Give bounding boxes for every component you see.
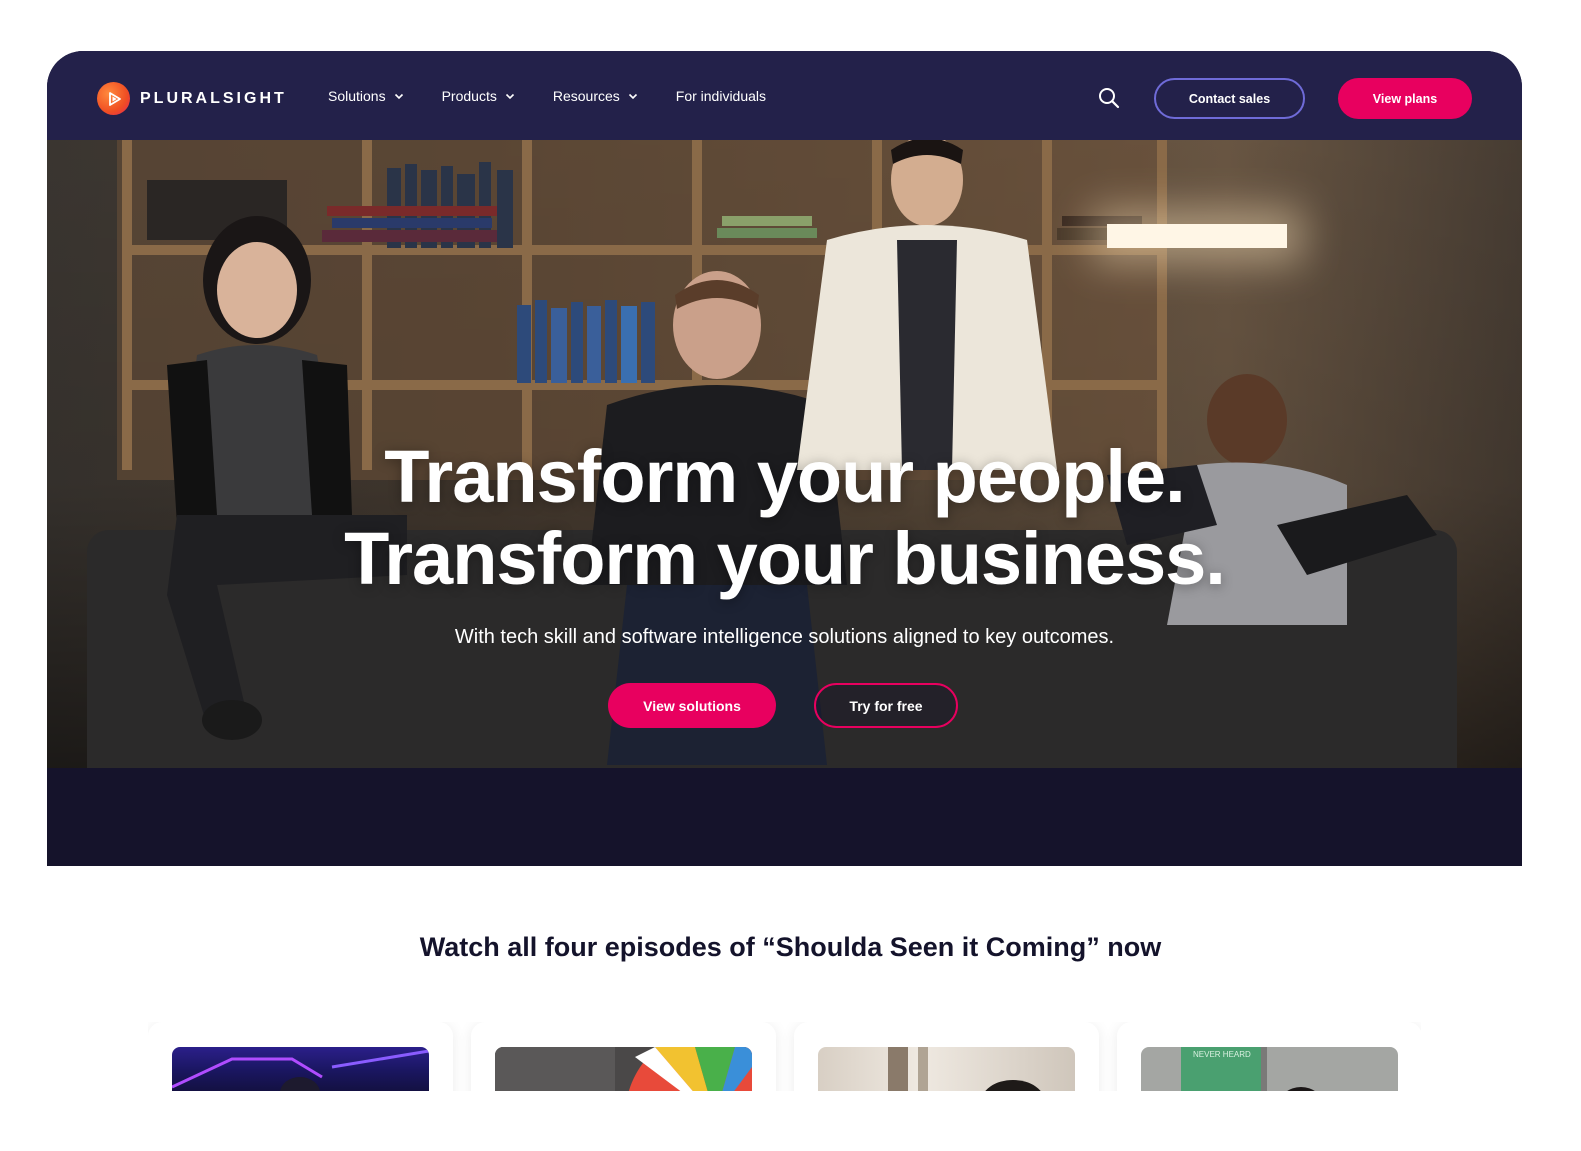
search-button[interactable] bbox=[1097, 86, 1121, 110]
episode-card-4[interactable]: NEVER HEARD bbox=[1117, 1022, 1421, 1091]
episode-3-thumbnail[interactable] bbox=[818, 1047, 1075, 1091]
episode-card-1[interactable] bbox=[148, 1022, 453, 1091]
episode-4-thumbnail[interactable]: NEVER HEARD bbox=[1141, 1047, 1398, 1091]
nav-products-label: Products bbox=[441, 87, 497, 104]
ceiling-light bbox=[1107, 224, 1287, 248]
chevron-down-icon bbox=[628, 93, 637, 99]
nav-for-individuals-label: For individuals bbox=[675, 87, 767, 104]
search-icon bbox=[1099, 88, 1120, 109]
browser-frame: PLURALSIGHT Solutions Products Resources… bbox=[47, 51, 1522, 866]
hero-subtitle: With tech skill and software intelligenc… bbox=[454, 626, 1115, 648]
nav-resources[interactable]: Resources bbox=[553, 88, 638, 104]
person-standing-man bbox=[797, 140, 1057, 470]
nav-solutions[interactable]: Solutions bbox=[328, 88, 404, 104]
view-plans-button[interactable]: View plans bbox=[1338, 78, 1472, 119]
nav-resources-label: Resources bbox=[552, 87, 620, 104]
poster-scene-graphic: NEVER HEARD bbox=[1181, 1047, 1315, 1091]
pluralsight-logo[interactable]: PLURALSIGHT bbox=[97, 82, 287, 115]
try-for-free-button[interactable]: Try for free bbox=[814, 683, 958, 728]
chevron-down-icon bbox=[394, 93, 403, 99]
contact-sales-button[interactable]: Contact sales bbox=[1154, 78, 1305, 119]
nav-for-individuals[interactable]: For individuals bbox=[676, 88, 766, 104]
episode-card-2[interactable] bbox=[471, 1022, 776, 1091]
episode-1-thumbnail[interactable] bbox=[172, 1047, 429, 1091]
hero-headline-line1: Transform your people. bbox=[384, 435, 1185, 518]
play-logo-icon bbox=[97, 82, 130, 115]
prize-wheel-graphic bbox=[495, 1047, 752, 1091]
top-navigation: PLURALSIGHT Solutions Products Resources… bbox=[47, 51, 1522, 140]
nav-solutions-label: Solutions bbox=[328, 87, 386, 104]
logo-wordmark: PLURALSIGHT bbox=[140, 89, 287, 107]
chevron-down-icon bbox=[505, 93, 514, 99]
episode-card-3[interactable] bbox=[794, 1022, 1099, 1091]
view-solutions-button[interactable]: View solutions bbox=[608, 683, 776, 728]
main-nav: Solutions Products Resources For individ… bbox=[328, 51, 804, 140]
episode-2-thumbnail[interactable] bbox=[495, 1047, 752, 1091]
poster-text: NEVER HEARD bbox=[1193, 1050, 1251, 1059]
hero-headline: Transform your people. Transform your bu… bbox=[47, 436, 1522, 600]
neon-lines-graphic bbox=[172, 1049, 429, 1091]
office-scene-graphic bbox=[888, 1047, 1041, 1091]
hero-section: Transform your people. Transform your bu… bbox=[47, 140, 1522, 768]
episodes-heading: Watch all four episodes of “Shoulda Seen… bbox=[419, 932, 1162, 962]
episode-cards: NEVER HEARD bbox=[148, 1022, 1421, 1091]
hero-headline-line2: Transform your business. bbox=[344, 517, 1226, 600]
nav-products[interactable]: Products bbox=[442, 88, 515, 104]
